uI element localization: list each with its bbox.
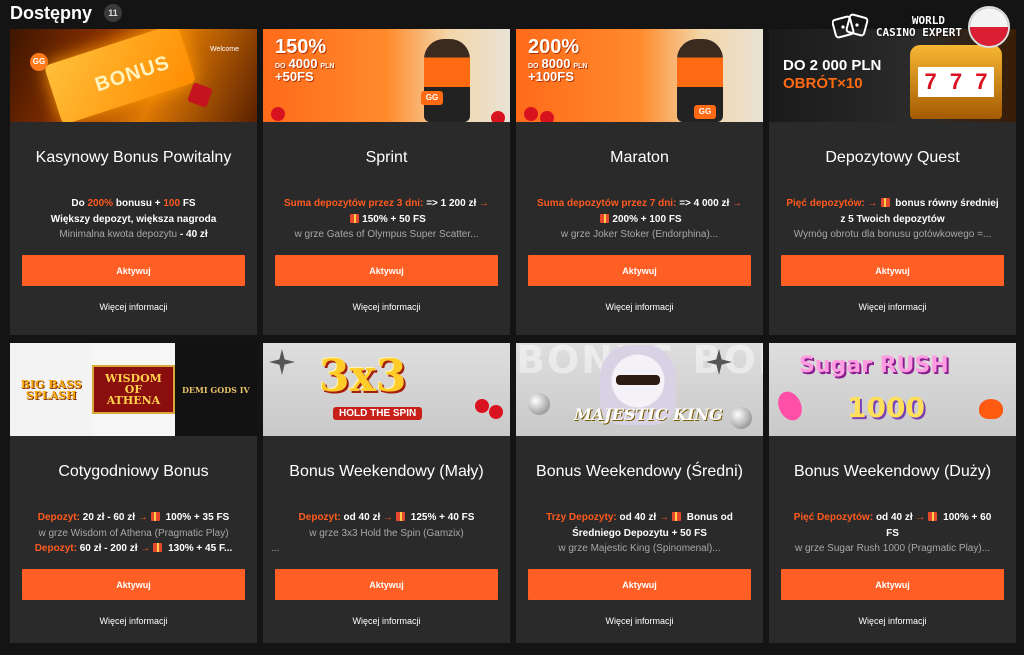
cherry-icon bbox=[271, 107, 285, 121]
poland-flag-icon bbox=[968, 6, 1010, 48]
card-title: Depozytowy Quest bbox=[825, 149, 960, 166]
watermark-logo: WORLD CASINO EXPERT bbox=[831, 6, 1010, 48]
card-description: Pięć depozytów: → bonus równy średniej z… bbox=[786, 198, 999, 240]
banner-welcome-tag: Welcome bbox=[209, 46, 239, 53]
bonus-card-weekend-small: 3x3 HOLD THE SPIN Bonus Weekendowy (Mały… bbox=[263, 343, 510, 643]
gift-icon bbox=[928, 512, 938, 521]
card-description: Depozyt: od 40 zł → 125% + 40 FS w grze … bbox=[271, 512, 475, 554]
gift-icon bbox=[600, 213, 610, 223]
star-icon bbox=[269, 349, 295, 375]
gift-icon bbox=[671, 512, 681, 521]
card-title: Bonus Weekendowy (Mały) bbox=[289, 463, 484, 480]
bonus-card-weekend-medium: BONUS BONUS MAJESTIC KING Bonus Weekendo… bbox=[516, 343, 763, 643]
card-banner: BIG BASS SPLASH WISDOM OF ATHENA DEMI GO… bbox=[10, 343, 257, 436]
bonus-card-weekend-large: Sugar RUSH 1000 Bonus Weekendowy (Duży) … bbox=[769, 343, 1016, 643]
card-title: Maraton bbox=[610, 149, 669, 166]
more-info-link[interactable]: Więcej informacji bbox=[263, 302, 510, 312]
card-banner: 3x3 HOLD THE SPIN bbox=[263, 343, 510, 436]
slot-machine-image: 7 7 7 bbox=[910, 45, 1002, 119]
bonus-card-welcome: BONUS Welcome GG Kasynowy Bonus Powitaln… bbox=[10, 29, 257, 335]
game-logo-3x3: 3x3 bbox=[319, 351, 407, 402]
card-title: Bonus Weekendowy (Duży) bbox=[793, 463, 992, 480]
card-banner: 150% DO 4000 PLN +50FS GG bbox=[263, 29, 510, 122]
activate-button[interactable]: Aktywuj bbox=[22, 569, 245, 600]
game-logo-wisdom-of-athena: WISDOM OF ATHENA bbox=[92, 343, 175, 436]
more-info-link[interactable]: Więcej informacji bbox=[10, 302, 257, 312]
activate-button[interactable]: Aktywuj bbox=[528, 569, 751, 600]
activate-button[interactable]: Aktywuj bbox=[528, 255, 751, 286]
card-description: Do 200% bonusu + 100 FS Większy depozyt,… bbox=[50, 198, 217, 240]
game-logo-subtitle: HOLD THE SPIN bbox=[333, 407, 423, 420]
gift-icon bbox=[880, 198, 890, 207]
candy-icon bbox=[773, 387, 807, 425]
card-title: Sprint bbox=[365, 149, 408, 166]
card-description: Trzy Depozyty: od 40 zł → Bonus od Średn… bbox=[546, 512, 733, 554]
cherry-icon bbox=[540, 111, 554, 122]
gift-icon bbox=[350, 213, 360, 223]
more-info-link[interactable]: Więcej informacji bbox=[516, 302, 763, 312]
gift-icon bbox=[396, 512, 406, 521]
bonus-grid: BONUS Welcome GG Kasynowy Bonus Powitaln… bbox=[10, 29, 1016, 643]
game-logo-big-bass: BIG BASS SPLASH bbox=[10, 343, 93, 436]
bonus-card-sprint: 150% DO 4000 PLN +50FS GG Sprint Suma depo… bbox=[263, 29, 510, 335]
watermark-line2: CASINO EXPERT bbox=[875, 26, 962, 39]
gg-badge: GG bbox=[694, 105, 716, 119]
section-header: Dostępny 11 bbox=[10, 0, 123, 26]
card-banner: BONUS BONUS MAJESTIC KING bbox=[516, 343, 763, 436]
cherry-icon bbox=[491, 111, 505, 122]
bonus-card-marathon: 200% DO 8000 PLN +100FS GG Maraton Suma de… bbox=[516, 29, 763, 335]
card-title: Kasynowy Bonus Powitalny bbox=[35, 149, 232, 166]
ball-icon bbox=[730, 407, 752, 429]
more-info-link[interactable]: Więcej informacji bbox=[263, 616, 510, 626]
offer-count-badge: 11 bbox=[104, 4, 123, 22]
activate-button[interactable]: Aktywuj bbox=[781, 569, 1004, 600]
card-banner: BONUS Welcome GG bbox=[10, 29, 257, 122]
activate-button[interactable]: Aktywuj bbox=[275, 255, 498, 286]
game-logo-sugar-rush: Sugar RUSH bbox=[799, 353, 949, 378]
gg-badge: GG bbox=[421, 91, 443, 105]
activate-button[interactable]: Aktywuj bbox=[781, 255, 1004, 286]
game-logo-majestic-king: MAJESTIC KING bbox=[574, 405, 723, 424]
card-description: Depozyt: 20 zł - 60 zł → 100% + 35 FS w … bbox=[34, 512, 233, 554]
cherry-icon bbox=[475, 399, 489, 413]
more-info-link[interactable]: Więcej informacji bbox=[516, 616, 763, 626]
section-title: Dostępny bbox=[10, 2, 93, 23]
heart-candy-icon bbox=[979, 399, 1003, 419]
gift-icon bbox=[150, 512, 160, 521]
more-info-link[interactable]: Więcej informacji bbox=[769, 302, 1016, 312]
activate-button[interactable]: Aktywuj bbox=[22, 255, 245, 286]
banner-promo-text: 150% DO 4000 PLN +50FS bbox=[275, 36, 335, 84]
activate-button[interactable]: Aktywuj bbox=[275, 569, 498, 600]
banner-promo-text: 200% DO 8000 PLN +100FS bbox=[528, 36, 588, 84]
card-description: Suma depozytów przez 3 dni: => 1 200 zł … bbox=[283, 198, 490, 240]
sunglasses-icon bbox=[616, 375, 660, 385]
more-info-link[interactable]: Więcej informacji bbox=[769, 616, 1016, 626]
game-logo-number: 1000 bbox=[847, 391, 925, 424]
card-description: Pięć Depozytów: od 40 zł → 100% + 60 FS … bbox=[793, 512, 992, 554]
cherry-icon bbox=[489, 405, 503, 419]
game-logo-demi-gods: DEMI GODS IV bbox=[174, 343, 257, 436]
gift-icon bbox=[153, 543, 163, 552]
card-title: Cotygodniowy Bonus bbox=[58, 463, 209, 480]
bonus-card-weekly: BIG BASS SPLASH WISDOM OF ATHENA DEMI GO… bbox=[10, 343, 257, 643]
dice-icon bbox=[187, 82, 213, 108]
card-banner: 200% DO 8000 PLN +100FS GG bbox=[516, 29, 763, 122]
gg-chip-icon: GG bbox=[30, 53, 48, 71]
more-info-link[interactable]: Więcej informacji bbox=[10, 616, 257, 626]
dice-icon bbox=[831, 10, 870, 44]
card-description: Suma depozytów przez 7 dni: => 4 000 zł … bbox=[536, 198, 743, 240]
bonus-card-deposit-quest: DO 2 000 PLN OBRÓT×10 7 7 7 Depozytowy Q… bbox=[769, 29, 1016, 335]
card-banner: Sugar RUSH 1000 bbox=[769, 343, 1016, 436]
runner-image bbox=[424, 39, 470, 122]
ball-icon bbox=[528, 393, 550, 415]
card-title: Bonus Weekendowy (Średni) bbox=[536, 463, 743, 480]
cherry-icon bbox=[524, 107, 538, 121]
banner-promo-text: DO 2 000 PLN OBRÓT×10 bbox=[783, 57, 882, 92]
